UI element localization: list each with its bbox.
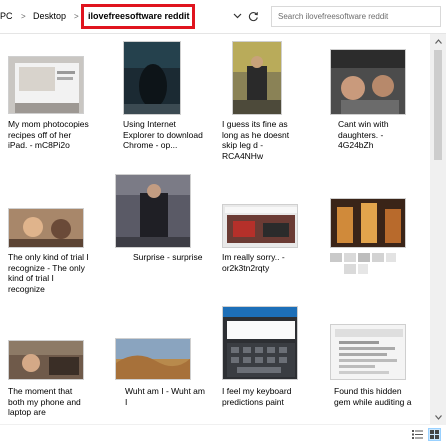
refresh-icon: [248, 11, 258, 21]
large-icons-view-icon: [430, 430, 439, 439]
file-label: Im really sorry.. - or2k3tn2rqty: [222, 252, 285, 273]
scroll-down-button[interactable]: [430, 410, 446, 424]
breadcrumb-pc[interactable]: PC: [0, 11, 13, 21]
file-tile[interactable]: Im really sorry.. - or2k3tn2rqty: [218, 170, 308, 300]
file-thumbnail: [8, 208, 84, 248]
status-bar: [0, 424, 446, 443]
file-label: The moment that both my phone and laptop…: [8, 386, 81, 417]
file-thumbnail: [8, 340, 84, 380]
vertical-scrollbar[interactable]: [430, 34, 446, 424]
file-label: My mom photocopies recipes off of her iP…: [8, 119, 89, 150]
file-tile[interactable]: I guess its fine as long as he doesnt sk…: [218, 35, 308, 170]
file-thumbnail: [330, 49, 406, 115]
address-dropdown-button[interactable]: [231, 8, 244, 24]
chevron-down-icon: [233, 13, 242, 19]
file-tile[interactable]: Using Internet Explorer to download Chro…: [113, 35, 203, 170]
search-input[interactable]: Search ilovefreesoftware reddit: [278, 12, 388, 21]
file-thumbnail: [123, 41, 181, 115]
file-thumbnail: [8, 56, 84, 114]
file-tile[interactable]: Cant win with daughters. - 4G24bZh: [330, 35, 420, 170]
file-label: I guess its fine as long as he doesnt sk…: [222, 119, 290, 161]
file-tile[interactable]: Surprise - surprise: [113, 170, 203, 300]
scroll-up-icon: [434, 38, 442, 44]
search-box[interactable]: Search ilovefreesoftware reddit: [271, 6, 441, 27]
address-highlight-box: [81, 4, 195, 29]
file-tile[interactable]: Wuht am I - Wuht am I: [113, 300, 205, 424]
address-bar-row: PC > Desktop > ilovefreesoftware reddit …: [0, 0, 446, 34]
file-tile[interactable]: [330, 170, 420, 300]
file-label: Wuht am I - Wuht am I: [125, 386, 205, 407]
file-grid: My mom photocopies recipes off of her iP…: [0, 35, 428, 424]
file-label: Cant win with daughters. - 4G24bZh: [338, 119, 389, 150]
breadcrumb-separator[interactable]: >: [74, 12, 79, 21]
file-label: Found this hidden gem while auditing a: [334, 386, 412, 407]
details-view-icon: [412, 430, 423, 439]
file-label: The only kind of trial I recognize - The…: [8, 252, 89, 294]
file-thumbnail: [222, 306, 298, 380]
file-label: Surprise - surprise: [133, 252, 203, 262]
refresh-button[interactable]: [246, 8, 260, 24]
file-label: Using Internet Explorer to download Chro…: [123, 119, 203, 150]
breadcrumb-desktop[interactable]: Desktop: [33, 11, 66, 21]
large-icons-view-button[interactable]: [428, 428, 441, 441]
scrollbar-thumb[interactable]: [434, 50, 442, 160]
file-tile[interactable]: Found this hidden gem while auditing a: [330, 300, 420, 424]
file-tile[interactable]: I feel my keyboard predictions paint: [218, 300, 308, 424]
breadcrumb-separator[interactable]: >: [21, 12, 26, 21]
scroll-up-button[interactable]: [430, 34, 446, 48]
file-thumbnail: [115, 174, 191, 248]
file-tile[interactable]: The only kind of trial I recognize - The…: [0, 170, 90, 300]
scroll-down-icon: [434, 414, 442, 420]
file-tile[interactable]: The moment that both my phone and laptop…: [0, 300, 90, 424]
file-thumbnail: [330, 324, 406, 380]
file-thumbnail: [222, 204, 298, 248]
file-thumbnail: [232, 41, 282, 115]
file-label-blurred: [330, 252, 412, 276]
file-thumbnail: [115, 338, 191, 380]
file-label: I feel my keyboard predictions paint: [222, 386, 292, 407]
file-tile[interactable]: My mom photocopies recipes off of her iP…: [0, 35, 90, 170]
details-view-button[interactable]: [411, 428, 424, 441]
file-thumbnail: [330, 198, 406, 248]
